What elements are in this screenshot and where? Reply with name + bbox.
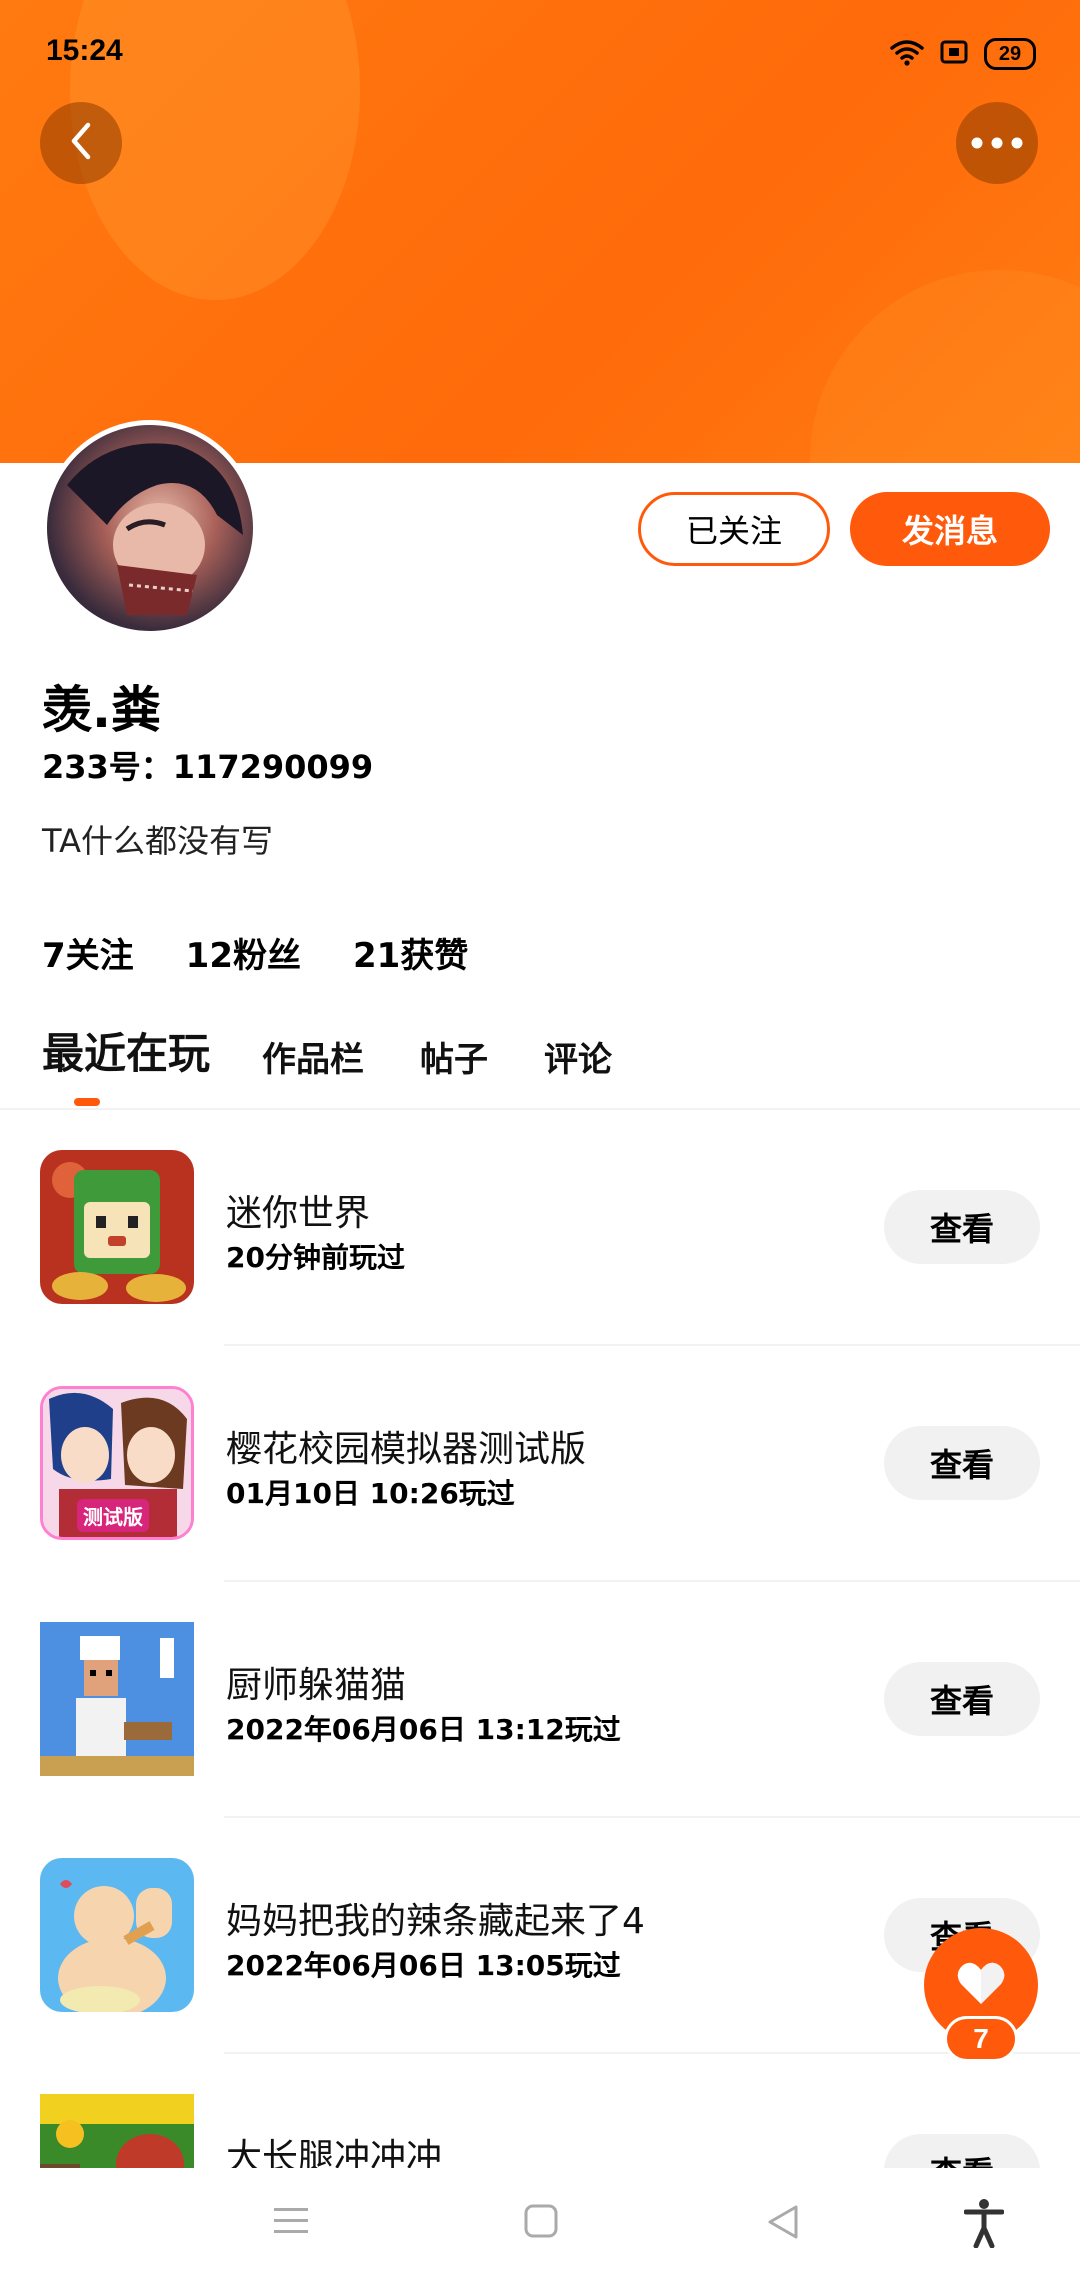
game-icon: 测试版 bbox=[40, 1386, 194, 1540]
view-button[interactable]: 查看 bbox=[884, 1426, 1040, 1500]
system-nav-bar bbox=[0, 2168, 1080, 2280]
game-icon bbox=[40, 2094, 194, 2168]
menu-icon[interactable] bbox=[274, 2206, 308, 2240]
tab-posts[interactable]: 帖子 bbox=[420, 1032, 488, 1081]
tab-works[interactable]: 作品栏 bbox=[262, 1032, 364, 1081]
game-title: 大长腿冲冲冲 bbox=[226, 2137, 443, 2168]
sim-icon bbox=[940, 40, 968, 68]
profile-header-banner: 15:24 29 bbox=[0, 0, 1080, 463]
back-button[interactable] bbox=[40, 102, 122, 184]
banner-decoration bbox=[810, 270, 1080, 463]
game-icon-badge: 测试版 bbox=[77, 1499, 149, 1532]
profile-stats: 7关注 12粉丝 21获赞 bbox=[42, 928, 468, 977]
game-title: 樱花校园模拟器测试版 bbox=[226, 1429, 587, 1470]
last-played-time: 01月10日 10:26玩过 bbox=[226, 1477, 515, 1510]
list-item[interactable]: 迷你世界 20分钟前玩过 查看 bbox=[0, 1110, 1080, 1346]
game-icon bbox=[40, 1150, 194, 1304]
more-horizontal-icon bbox=[971, 134, 1023, 153]
likes-count: 21获赞 bbox=[353, 936, 469, 976]
home-square-icon[interactable] bbox=[524, 2204, 558, 2242]
user-bio: TA什么都没有写 bbox=[42, 822, 273, 860]
list-item[interactable]: 妈妈把我的辣条藏起来了4 2022年06月06日 13:05玩过 查看 bbox=[0, 1818, 1080, 2054]
following-button[interactable]: 已关注 bbox=[638, 492, 830, 566]
like-count-badge: 7 bbox=[944, 2016, 1018, 2062]
view-button[interactable]: 查看 bbox=[884, 1662, 1040, 1736]
battery-level: 29 bbox=[998, 42, 1022, 65]
list-item[interactable]: 测试版 樱花校园模拟器测试版 01月10日 10:26玩过 查看 bbox=[0, 1346, 1080, 1582]
status-time: 15:24 bbox=[46, 34, 123, 67]
last-played-time: 2022年06月06日 13:12玩过 bbox=[226, 1713, 621, 1746]
view-button[interactable]: 查看 bbox=[884, 1190, 1040, 1264]
battery-icon: 29 bbox=[984, 38, 1036, 70]
list-item[interactable]: 大长腿冲冲冲 查看 bbox=[0, 2054, 1080, 2168]
heart-icon bbox=[956, 1960, 1006, 2010]
game-title: 厨师躲猫猫 bbox=[226, 1665, 407, 1706]
more-button[interactable] bbox=[956, 102, 1038, 184]
back-triangle-icon[interactable] bbox=[766, 2204, 800, 2244]
following-count[interactable]: 7关注 bbox=[42, 928, 134, 977]
accessibility-icon[interactable] bbox=[963, 2198, 1005, 2252]
fans-count[interactable]: 12粉丝 bbox=[186, 928, 301, 977]
tab-recently-played[interactable]: 最近在玩 bbox=[42, 1020, 210, 1081]
game-title: 迷你世界 bbox=[226, 1193, 371, 1234]
chevron-left-icon bbox=[66, 121, 96, 165]
last-played-time: 2022年06月06日 13:05玩过 bbox=[226, 1949, 621, 1982]
list-item[interactable]: 厨师躲猫猫 2022年06月06日 13:12玩过 查看 bbox=[0, 1582, 1080, 1818]
game-icon bbox=[40, 1858, 194, 2012]
username: 羡.粪 bbox=[42, 681, 161, 739]
tab-comments[interactable]: 评论 bbox=[544, 1032, 612, 1081]
avatar-image bbox=[67, 443, 243, 615]
game-title: 妈妈把我的辣条藏起来了4 bbox=[226, 1901, 645, 1942]
game-icon bbox=[40, 1622, 194, 1776]
avatar[interactable] bbox=[42, 420, 258, 636]
status-icons: 29 bbox=[890, 38, 1036, 70]
profile-tabs: 最近在玩 作品栏 帖子 评论 bbox=[42, 1020, 668, 1081]
last-played-time: 20分钟前玩过 bbox=[226, 1241, 405, 1274]
active-tab-indicator bbox=[74, 1098, 100, 1106]
wifi-icon bbox=[890, 38, 924, 70]
send-message-button[interactable]: 发消息 bbox=[850, 492, 1050, 566]
user-id: 233号：117290099 bbox=[42, 748, 374, 786]
view-button[interactable]: 查看 bbox=[884, 2134, 1040, 2168]
